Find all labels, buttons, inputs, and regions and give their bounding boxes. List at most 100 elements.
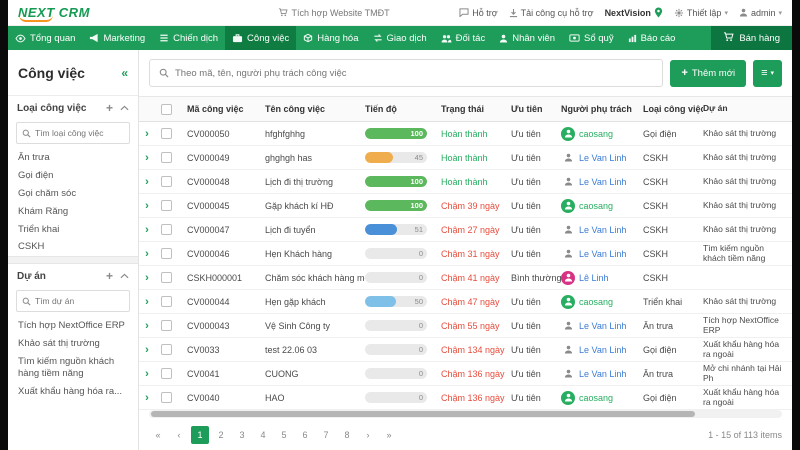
table-row[interactable]: › CV0040 HAO 0 Chậm 136 ngày Ưu tiên cao… xyxy=(139,386,792,410)
logo[interactable]: NEXT CRM xyxy=(18,6,208,19)
nav-item-tong-quan[interactable]: Tổng quan xyxy=(8,26,82,50)
table-row[interactable]: › CV0041 CUONG 0 Chậm 136 ngày Ưu tiên L… xyxy=(139,362,792,386)
select-all-checkbox[interactable] xyxy=(161,104,172,115)
row-expand-icon[interactable]: › xyxy=(139,368,161,380)
view-options-button[interactable]: ≡▾ xyxy=(753,60,782,87)
sales-button[interactable]: Bán hàng xyxy=(711,26,792,50)
row-expand-icon[interactable]: › xyxy=(139,152,161,164)
task-assignee[interactable]: Le Van Linh xyxy=(561,151,643,165)
task-code[interactable]: CV000044 xyxy=(187,297,265,307)
row-checkbox[interactable] xyxy=(161,296,172,307)
row-expand-icon[interactable]: › xyxy=(139,176,161,188)
sidebar-collapse-icon[interactable]: « xyxy=(121,66,128,80)
page-number-button[interactable]: 1 xyxy=(191,426,209,444)
row-checkbox[interactable] xyxy=(161,248,172,259)
table-row[interactable]: › CV000046 Hẹn Khách hàng 0 Chậm 31 ngày… xyxy=(139,242,792,266)
nav-item-marketing[interactable]: Marketing xyxy=(82,26,152,50)
col-progress[interactable]: Tiến độ xyxy=(365,104,441,114)
download-tools-link[interactable]: Tải công cụ hỗ trợ xyxy=(509,8,594,18)
task-assignee[interactable]: caosang xyxy=(561,295,643,309)
col-assignee[interactable]: Người phụ trách xyxy=(561,104,643,114)
support-link[interactable]: Hỗ trợ xyxy=(459,8,497,18)
task-assignee[interactable]: Le Van Linh xyxy=(561,319,643,333)
user-menu[interactable]: admin ▾ xyxy=(739,8,782,18)
table-row[interactable]: › CSKH000001 Chăm sóc khách hàng mới 0 C… xyxy=(139,266,792,290)
col-priority[interactable]: Ưu tiên xyxy=(511,104,561,114)
sidebar-project-item[interactable]: Xuất khẩu hàng hóa ra... xyxy=(8,383,138,401)
task-assignee[interactable]: Lê Linh xyxy=(561,271,643,285)
page-number-button[interactable]: 7 xyxy=(317,426,335,444)
nav-item-bao-cao[interactable]: Báo cáo xyxy=(621,26,683,50)
chevron-up-icon[interactable] xyxy=(120,273,129,279)
task-assignee[interactable]: Le Van Linh xyxy=(561,175,643,189)
task-code[interactable]: CV0041 xyxy=(187,369,265,379)
task-name[interactable]: Hẹn Khách hàng xyxy=(265,249,365,259)
row-expand-icon[interactable]: › xyxy=(139,320,161,332)
type-search-input[interactable] xyxy=(35,128,124,138)
page-prev-button[interactable]: ‹ xyxy=(170,426,188,444)
sidebar-item-trien-khai[interactable]: Triển khai xyxy=(8,221,138,239)
task-name[interactable]: CUONG xyxy=(265,369,365,379)
row-expand-icon[interactable]: › xyxy=(139,224,161,236)
row-expand-icon[interactable]: › xyxy=(139,128,161,140)
page-number-button[interactable]: 5 xyxy=(275,426,293,444)
task-name[interactable]: Hẹn gặp khách xyxy=(265,297,365,307)
row-expand-icon[interactable]: › xyxy=(139,248,161,260)
row-checkbox[interactable] xyxy=(161,128,172,139)
col-status[interactable]: Trạng thái xyxy=(441,104,511,114)
page-number-button[interactable]: 2 xyxy=(212,426,230,444)
add-project-button[interactable]: + xyxy=(106,270,113,282)
sidebar-project-item[interactable]: Khảo sát thị trường xyxy=(8,335,138,353)
nav-item-giao-dich[interactable]: Giao dịch xyxy=(366,26,434,50)
task-name[interactable]: test 22.06 03 xyxy=(265,345,365,355)
row-checkbox[interactable] xyxy=(161,368,172,379)
row-expand-icon[interactable]: › xyxy=(139,392,161,404)
page-number-button[interactable]: 6 xyxy=(296,426,314,444)
table-row[interactable]: › CV0033 test 22.06 03 0 Chậm 134 ngày Ư… xyxy=(139,338,792,362)
row-checkbox[interactable] xyxy=(161,272,172,283)
task-assignee[interactable]: Le Van Linh xyxy=(561,367,643,381)
task-name[interactable]: ghghgh has xyxy=(265,153,365,163)
sidebar-item-cskh[interactable]: CSKH xyxy=(8,238,138,256)
horizontal-scrollbar[interactable] xyxy=(149,410,782,418)
integration-link[interactable]: Tích hợp Website TMĐT xyxy=(208,8,459,18)
settings-menu[interactable]: Thiết lập ▾ xyxy=(674,8,728,18)
chevron-up-icon[interactable] xyxy=(120,105,129,111)
task-assignee[interactable]: Le Van Linh xyxy=(561,343,643,357)
task-code[interactable]: CV000046 xyxy=(187,249,265,259)
project-search-input[interactable] xyxy=(35,296,124,306)
row-checkbox[interactable] xyxy=(161,176,172,187)
table-row[interactable]: › CV000048 Lịch đi thị trường 100 Hoàn t… xyxy=(139,170,792,194)
col-code[interactable]: Mã công việc xyxy=(187,104,265,114)
page-number-button[interactable]: 8 xyxy=(338,426,356,444)
col-name[interactable]: Tên công việc xyxy=(265,104,365,114)
task-assignee[interactable]: Le Van Linh xyxy=(561,247,643,261)
nav-item-hang-hoa[interactable]: Hàng hóa xyxy=(296,26,365,50)
sidebar-item-goi-cham-soc[interactable]: Gọi chăm sóc xyxy=(8,185,138,203)
row-checkbox[interactable] xyxy=(161,320,172,331)
task-name[interactable]: Lịch đi tuyển xyxy=(265,225,365,235)
task-code[interactable]: CV000045 xyxy=(187,201,265,211)
row-checkbox[interactable] xyxy=(161,152,172,163)
nav-item-nhan-vien[interactable]: Nhân viên xyxy=(492,26,562,50)
nav-item-cong-viec[interactable]: Công việc xyxy=(225,26,296,50)
brand-location[interactable]: NextVision xyxy=(605,7,663,18)
task-search-input[interactable] xyxy=(175,68,653,79)
add-task-button[interactable]: +Thêm mới xyxy=(670,60,746,87)
scrollbar-thumb[interactable] xyxy=(151,411,695,417)
task-code[interactable]: CV000048 xyxy=(187,177,265,187)
row-expand-icon[interactable]: › xyxy=(139,272,161,284)
add-type-button[interactable]: + xyxy=(106,102,113,114)
task-name[interactable]: HAO xyxy=(265,393,365,403)
sidebar-project-item[interactable]: Tích hợp NextOffice ERP xyxy=(8,317,138,335)
task-code[interactable]: CSKH000001 xyxy=(187,273,265,283)
task-code[interactable]: CV0033 xyxy=(187,345,265,355)
task-assignee[interactable]: Le Van Linh xyxy=(561,223,643,237)
task-code[interactable]: CV0040 xyxy=(187,393,265,403)
row-expand-icon[interactable]: › xyxy=(139,344,161,356)
task-assignee[interactable]: caosang xyxy=(561,127,643,141)
task-code[interactable]: CV000049 xyxy=(187,153,265,163)
page-first-button[interactable]: « xyxy=(149,426,167,444)
task-name[interactable]: hfghfghhg xyxy=(265,129,365,139)
row-expand-icon[interactable]: › xyxy=(139,200,161,212)
